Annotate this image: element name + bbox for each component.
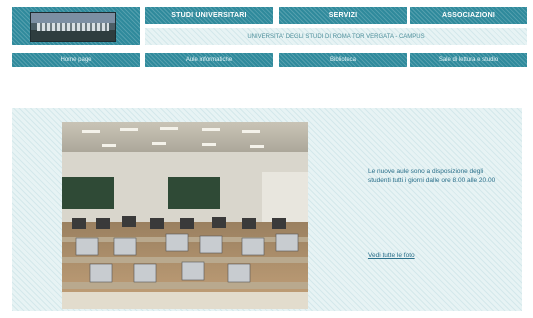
header-info-text: UNIVERSITA' DEGLI STUDI DI ROMA TOR VERG… <box>247 33 425 40</box>
nav-item-biblioteca[interactable]: Biblioteca <box>279 53 407 67</box>
nav-item-label: Home page <box>60 57 92 63</box>
tab-servizi[interactable]: SERVIZI <box>279 7 407 24</box>
photo-caption: Le nuove aule sono a disposizione degli … <box>368 168 496 184</box>
tab-label: SERVIZI <box>328 12 358 19</box>
nav-item-home[interactable]: Home page <box>12 53 140 67</box>
computer-lab-photo <box>62 122 308 309</box>
nav-item-label: Sale di lettura e studio <box>438 57 499 63</box>
computer-lab-illustration <box>62 122 308 309</box>
site-logo-banner[interactable] <box>12 7 140 45</box>
header-info-strip: UNIVERSITA' DEGLI STUDI DI ROMA TOR VERG… <box>145 28 527 45</box>
tab-label: STUDI UNIVERSITARI <box>171 12 247 19</box>
nav-item-label: Aule informatiche <box>185 57 233 63</box>
view-photos-link[interactable]: Vedi tutte le foto <box>368 252 415 259</box>
nav-item-label: Biblioteca <box>329 57 356 63</box>
logo-building-image <box>30 12 116 42</box>
tab-label: ASSOCIAZIONI <box>442 12 495 19</box>
nav-item-sale[interactable]: Sale di lettura e studio <box>410 53 527 67</box>
tab-associazioni[interactable]: ASSOCIAZIONI <box>410 7 527 24</box>
nav-item-aule[interactable]: Aule informatiche <box>145 53 273 67</box>
tab-studi-universitari[interactable]: STUDI UNIVERSITARI <box>145 7 273 24</box>
